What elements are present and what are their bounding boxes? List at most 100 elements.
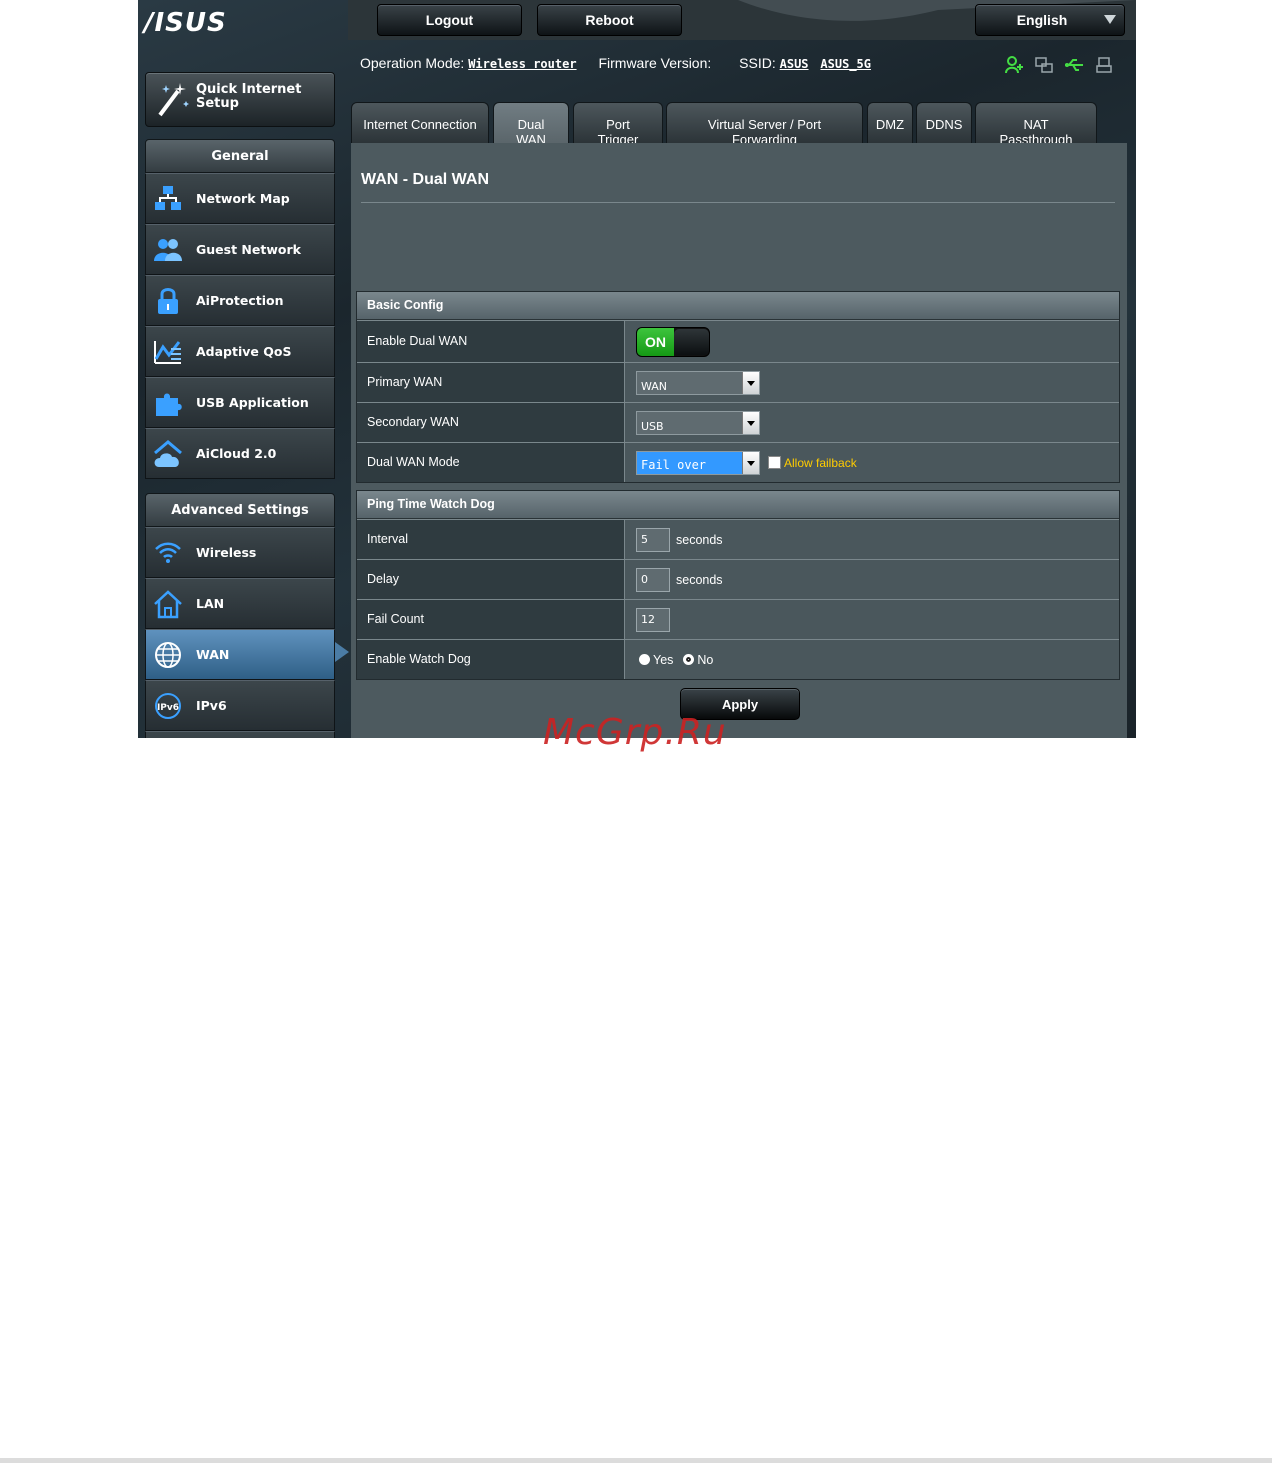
sidebar-item-wireless[interactable]: Wireless — [145, 527, 335, 578]
sidebar-item-aicloud[interactable]: AiCloud 2.0 — [145, 428, 335, 479]
sidebar-item-network-map[interactable]: Network Map — [145, 173, 335, 224]
secondary-wan-row: Secondary WAN USB — [357, 402, 1119, 442]
language-select[interactable]: English — [975, 4, 1125, 36]
primary-wan-select[interactable]: WAN — [636, 370, 760, 395]
select-value: USB — [641, 419, 664, 433]
lock-icon — [153, 286, 183, 316]
operation-mode-label: Operation Mode: — [360, 55, 465, 71]
globe-icon — [153, 640, 183, 670]
dual-wan-mode-row: Dual WAN Mode Fail over Allow failback — [357, 442, 1119, 482]
ssid-label: SSID: — [739, 55, 776, 71]
tab-dmz[interactable]: DMZ — [867, 102, 913, 144]
sidebar-item-usb-application[interactable]: USB Application — [145, 377, 335, 428]
enable-dual-wan-label: Enable Dual WAN — [357, 321, 625, 362]
fail-count-label: Fail Count — [357, 600, 625, 639]
asus-logo: /ISUS — [144, 8, 227, 38]
sidebar-item-adaptive-qos[interactable]: Adaptive QoS — [145, 326, 335, 377]
fail-count-input[interactable]: 12 — [636, 607, 670, 632]
allow-failback-checkbox[interactable] — [768, 456, 781, 469]
sidebar-item-label: Guest Network — [196, 242, 301, 257]
interval-value: 5 seconds — [636, 520, 723, 559]
dual-wan-mode-label: Dual WAN Mode — [357, 443, 625, 482]
tab-virtual-server[interactable]: Virtual Server / Port Forwarding — [666, 102, 863, 144]
usb-icon[interactable] — [1064, 55, 1084, 75]
chevron-down-icon — [1104, 15, 1116, 24]
tab-nat-passthrough[interactable]: NAT Passthrough — [975, 102, 1097, 144]
ssid-link-24g[interactable]: ASUS — [780, 57, 809, 71]
sidebar-item-label: Network Map — [196, 191, 290, 206]
svg-text:IPv6: IPv6 — [157, 703, 179, 713]
wifi-icon — [153, 538, 183, 568]
quick-internet-setup-button[interactable]: Quick Internet Setup — [145, 72, 335, 127]
general-section-header: General — [145, 139, 335, 173]
enable-watchdog-row: Enable Watch Dog Yes No — [357, 639, 1119, 679]
magic-wand-icon — [154, 79, 190, 119]
enable-watchdog-value: Yes No — [639, 640, 713, 679]
interval-unit: seconds — [676, 532, 723, 547]
network-icon[interactable] — [1034, 55, 1054, 75]
sidebar-item-lan[interactable]: LAN — [145, 578, 335, 629]
operation-mode-link[interactable]: Wireless router — [468, 57, 576, 71]
primary-wan-value: WAN — [636, 363, 760, 402]
secondary-wan-value: USB — [636, 403, 760, 442]
network-map-icon — [153, 184, 183, 214]
yes-radio-label[interactable]: Yes — [653, 653, 673, 667]
tab-ddns[interactable]: DDNS — [916, 102, 972, 144]
tab-dual-wan[interactable]: Dual WAN — [493, 102, 569, 144]
page-bottom-rule — [0, 1458, 1272, 1463]
interval-input[interactable]: 5 — [636, 527, 670, 552]
sidebar-item-label: AiCloud 2.0 — [196, 446, 277, 461]
delay-input[interactable]: 0 — [636, 567, 670, 592]
tab-internet-connection[interactable]: Internet Connection — [351, 102, 489, 144]
ipv6-icon: IPv6 — [153, 691, 183, 721]
enable-watchdog-label: Enable Watch Dog — [357, 640, 625, 679]
interval-row: Interval 5 seconds — [357, 519, 1119, 559]
language-label: English — [1016, 12, 1068, 28]
active-item-pointer — [335, 642, 349, 662]
delay-unit: seconds — [676, 572, 723, 587]
basic-config-header: Basic Config — [357, 292, 1119, 320]
sidebar-item-ipv6[interactable]: IPv6 IPv6 — [145, 680, 335, 731]
sidebar-item-guest-network[interactable]: Guest Network — [145, 224, 335, 275]
sidebar-item-label: Wireless — [196, 545, 257, 560]
qos-icon — [153, 337, 183, 367]
fail-count-row: Fail Count 12 — [357, 599, 1119, 639]
logout-button[interactable]: Logout — [377, 4, 522, 36]
watchdog-table: Ping Time Watch Dog Interval 5 seconds D… — [356, 490, 1120, 680]
primary-wan-label: Primary WAN — [357, 363, 625, 402]
dual-wan-toggle[interactable]: ON — [636, 326, 710, 357]
enable-dual-wan-value: ON — [636, 321, 710, 362]
quick-setup-label: Quick Internet Setup — [196, 82, 302, 111]
watchdog-header: Ping Time Watch Dog — [357, 491, 1119, 519]
router-admin-window: /ISUS Logout Reboot English Operation Mo… — [138, 0, 1136, 738]
puzzle-icon — [153, 388, 183, 418]
ssid-link-5g[interactable]: ASUS_5G — [820, 57, 871, 71]
chevron-down-icon — [742, 371, 759, 394]
watermark: McGrp.Ru — [543, 712, 727, 753]
advanced-settings-header: Advanced Settings — [145, 493, 335, 527]
reboot-button[interactable]: Reboot — [537, 4, 682, 36]
title-divider — [361, 202, 1115, 203]
interval-label: Interval — [357, 520, 625, 559]
chevron-down-icon — [742, 411, 759, 434]
secondary-wan-label: Secondary WAN — [357, 403, 625, 442]
secondary-wan-select[interactable]: USB — [636, 410, 760, 435]
yes-radio[interactable] — [639, 654, 650, 665]
allow-failback-label[interactable]: Allow failback — [784, 456, 857, 470]
chevron-down-icon — [742, 451, 759, 474]
delay-label: Delay — [357, 560, 625, 599]
primary-wan-row: Primary WAN WAN — [357, 362, 1119, 402]
no-radio[interactable] — [683, 654, 695, 665]
printer-icon[interactable] — [1094, 55, 1114, 75]
sidebar-item-more[interactable] — [145, 731, 335, 738]
tab-port-trigger[interactable]: Port Trigger — [573, 102, 663, 144]
dual-wan-mode-select[interactable]: Fail over — [636, 450, 760, 475]
status-bar: Operation Mode: Wireless router Firmware… — [360, 55, 871, 71]
sidebar-item-aiprotection[interactable]: AiProtection — [145, 275, 335, 326]
clients-icon[interactable] — [1004, 55, 1024, 75]
no-radio-label[interactable]: No — [697, 653, 713, 667]
fail-count-value: 12 — [636, 600, 670, 639]
sidebar-item-label: Adaptive QoS — [196, 344, 292, 359]
delay-row: Delay 0 seconds — [357, 559, 1119, 599]
sidebar-item-wan[interactable]: WAN — [145, 629, 335, 680]
